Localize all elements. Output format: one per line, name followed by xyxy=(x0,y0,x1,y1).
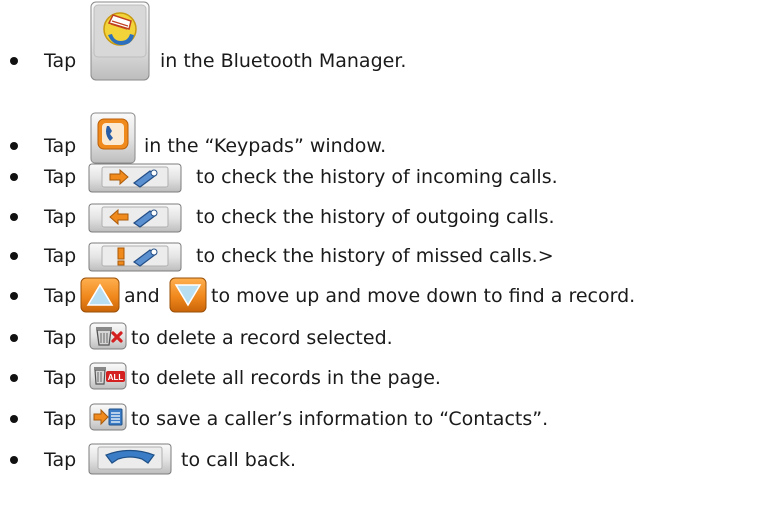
list-item: Tap to check the history of missed calls… xyxy=(0,236,773,276)
list-item: Tap and to move up and move down to find… xyxy=(0,276,773,316)
instruction-text: to delete a record selected. xyxy=(131,327,393,349)
delete-record-icon[interactable] xyxy=(89,322,127,350)
bullet xyxy=(10,57,18,65)
list-item: Tap to check the history of incoming cal… xyxy=(0,157,773,197)
instruction-text: to move up and move down to find a recor… xyxy=(211,285,636,307)
list-item: Tap in the Bluetooth Manager. xyxy=(0,1,773,81)
down-arrow-icon[interactable] xyxy=(169,277,207,313)
instruction-prefix: Tap xyxy=(44,206,77,228)
list-item: Tap to check the history of outgoing cal… xyxy=(0,197,773,237)
bullet xyxy=(10,173,18,181)
instruction-text: to call back. xyxy=(181,449,296,471)
instruction-prefix: Tap xyxy=(44,327,77,349)
list-item: Tap to delete a record selected. xyxy=(0,318,773,358)
instruction-text: to check the history of missed calls.> xyxy=(196,245,554,267)
up-arrow-icon[interactable] xyxy=(80,277,120,313)
bullet xyxy=(10,415,18,423)
instruction-text: in the Bluetooth Manager. xyxy=(160,50,407,72)
list-item: Tap to save a caller’s information to “C… xyxy=(0,399,773,439)
bullet xyxy=(10,374,18,382)
bullet xyxy=(10,334,18,342)
delete-all-icon[interactable]: ALL xyxy=(89,362,127,390)
instruction-text: to save a caller’s information to “Conta… xyxy=(131,408,549,430)
instruction-text: to check the history of incoming calls. xyxy=(196,166,558,188)
instruction-prefix: Tap xyxy=(44,245,77,267)
instruction-prefix: Tap xyxy=(44,449,77,471)
incoming-calls-icon[interactable] xyxy=(88,163,182,193)
call-back-icon[interactable] xyxy=(88,443,172,475)
save-contact-icon[interactable] xyxy=(89,403,127,431)
bullet xyxy=(10,456,18,464)
delete-all-badge: ALL xyxy=(108,373,124,382)
instruction-prefix: Tap xyxy=(44,135,77,157)
instruction-prefix: Tap xyxy=(44,408,77,430)
instruction-text: to delete all records in the page. xyxy=(131,367,441,389)
instruction-text: to check the history of outgoing calls. xyxy=(196,206,555,228)
instruction-prefix: Tap xyxy=(44,285,77,307)
instruction-prefix: Tap xyxy=(44,367,77,389)
instruction-text: in the “Keypads” window. xyxy=(144,135,387,157)
bluetooth-phone-icon[interactable] xyxy=(90,1,150,81)
outgoing-calls-icon[interactable] xyxy=(88,203,182,233)
bullet xyxy=(10,142,18,150)
bullet xyxy=(10,213,18,221)
conjunction-text: and xyxy=(124,285,160,307)
instruction-prefix: Tap xyxy=(44,166,77,188)
instruction-prefix: Tap xyxy=(44,50,77,72)
bullet xyxy=(10,292,18,300)
list-item: Tap to call back. xyxy=(0,440,773,480)
missed-calls-icon[interactable] xyxy=(88,242,182,272)
bullet xyxy=(10,252,18,260)
list-item: Tap ALL to delete all records in the pag… xyxy=(0,358,773,398)
